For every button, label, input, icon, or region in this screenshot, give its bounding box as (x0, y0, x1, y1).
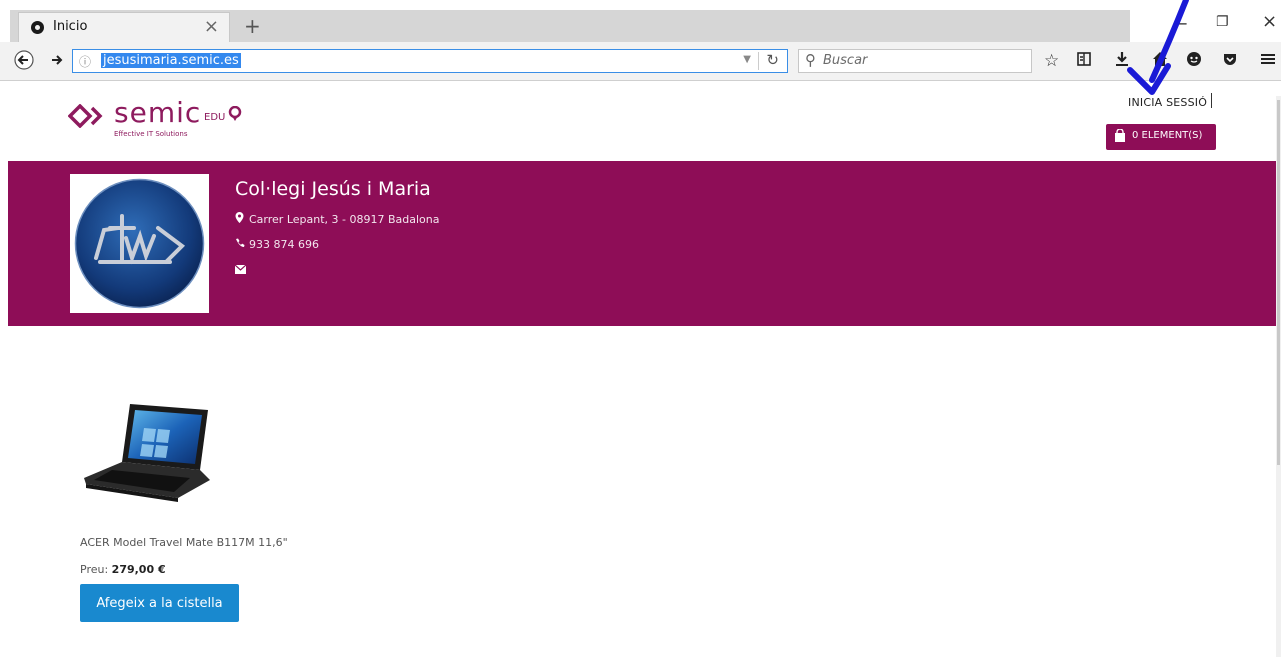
school-address: Carrer Lepant, 3 - 08917 Badalona (249, 213, 440, 226)
logo-word: semic (114, 96, 202, 129)
browser-nav-bar: ⓘ jesusimaria.semic.es ▼ ↻ ⚲ Buscar ☆ (0, 42, 1281, 81)
envelope-icon[interactable] (234, 264, 249, 277)
laptop-product-image[interactable] (82, 400, 214, 504)
logo-diamond-icon (68, 104, 103, 128)
url-separator (758, 52, 759, 70)
school-phone-line: 933 874 696 (235, 238, 319, 251)
cart-button[interactable]: 0 ELEMENT(S) (1106, 124, 1216, 150)
phone-icon (235, 238, 249, 251)
add-to-cart-button[interactable]: Afegeix a la cistella (80, 584, 239, 622)
shopping-bag-icon (1115, 129, 1125, 142)
product-price: Preu: 279,00 € (80, 563, 166, 576)
semic-logo[interactable]: semic EDU Effective IT Solutions (68, 96, 248, 150)
school-banner: Col·legi Jesús i Maria Carrer Lepant, 3 … (8, 161, 1277, 326)
search-bar[interactable]: ⚲ Buscar (798, 49, 1032, 73)
search-placeholder: Buscar (823, 53, 868, 68)
new-tab-icon[interactable]: + (244, 14, 261, 38)
login-separator (1211, 93, 1212, 108)
url-bar[interactable]: ⓘ jesusimaria.semic.es ▼ ↻ (72, 49, 788, 73)
url-text[interactable]: jesusimaria.semic.es (101, 53, 241, 68)
browser-tab-bar: Inicio × + − ❐ × (0, 0, 1281, 42)
school-crest (70, 174, 209, 313)
product-name[interactable]: ACER Model Travel Mate B117M 11,6" (80, 536, 288, 549)
logo-edu: EDU (204, 112, 226, 123)
search-icon: ⚲ (805, 51, 816, 69)
restore-icon[interactable]: ❐ (1216, 14, 1229, 30)
forward-icon[interactable] (50, 52, 64, 71)
pocket-icon[interactable] (1222, 51, 1238, 72)
site-info-icon[interactable]: ⓘ (79, 53, 91, 70)
school-phone: 933 874 696 (249, 238, 319, 251)
browser-tab[interactable]: Inicio × (18, 12, 230, 42)
school-email-line[interactable] (234, 264, 249, 277)
bookmark-star-icon[interactable]: ☆ (1044, 51, 1059, 71)
school-name: Col·legi Jesús i Maria (235, 178, 431, 200)
url-dropdown-icon[interactable]: ▼ (743, 54, 751, 65)
tab-close-icon[interactable]: × (204, 16, 219, 37)
school-address-line: Carrer Lepant, 3 - 08917 Badalona (235, 212, 439, 226)
logo-pin-icon (228, 106, 242, 121)
back-icon[interactable] (14, 50, 34, 74)
annotation-arrow-icon (1127, 0, 1189, 95)
scrollbar-thumb[interactable] (1277, 100, 1280, 465)
price-value: 279,00 € (111, 563, 166, 576)
reading-list-icon[interactable] (1076, 51, 1092, 72)
cart-label: 0 ELEMENT(S) (1132, 130, 1203, 141)
tab-title: Inicio (53, 19, 88, 34)
logo-tagline: Effective IT Solutions (114, 130, 188, 138)
price-label: Preu: (80, 563, 109, 576)
site-favicon-icon (31, 21, 44, 34)
window-close-icon[interactable]: × (1262, 11, 1277, 32)
reload-icon[interactable]: ↻ (766, 51, 779, 69)
map-pin-icon (235, 212, 249, 226)
school-crest-icon (74, 178, 205, 309)
menu-icon[interactable] (1260, 51, 1276, 72)
